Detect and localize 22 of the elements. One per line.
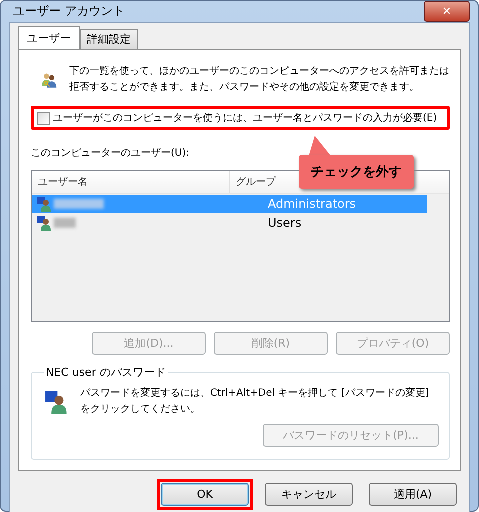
dialog-button[interactable]: 適用(A): [369, 483, 457, 506]
user-row[interactable]: Users: [32, 214, 427, 232]
column-header[interactable]: ユーザー名: [32, 171, 230, 193]
user-icon: [36, 215, 52, 231]
window-title: ユーザー アカウント: [12, 3, 125, 20]
column-header[interactable]: グループ: [230, 171, 282, 193]
checkbox-label: ユーザーがこのコンピューターを使うには、ユーザー名とパスワードの入力が必要(E): [53, 112, 438, 125]
blurred-name: [54, 199, 104, 209]
tab[interactable]: 詳細設定: [80, 29, 138, 49]
checkbox[interactable]: [37, 112, 50, 124]
group-title: NEC user のパスワード: [45, 365, 167, 380]
group-cell-text: Users: [267, 216, 303, 230]
users-label: このコンピューターのユーザー(U):: [31, 147, 190, 160]
blurred-name: [54, 218, 76, 228]
dialog-button[interactable]: OK: [161, 483, 249, 506]
intro-text: 下の一覧を使って、ほかのユーザーのこのコンピューターへのアクセスを許可または拒否することができます。また、パスワードやその他の設定を変更できます。: [70, 64, 450, 95]
group-cell-text: Administrators: [267, 197, 358, 211]
dialog-button[interactable]: キャンセル: [265, 483, 353, 506]
password-text: パスワードを変更するには、Ctrl+Alt+Del キーを押して [パスワードの変更] をクリックしてください。: [80, 386, 430, 417]
callout-label: チェックを外す: [299, 155, 414, 189]
user-icon: [36, 196, 52, 212]
tab[interactable]: ユーザー: [18, 26, 80, 50]
